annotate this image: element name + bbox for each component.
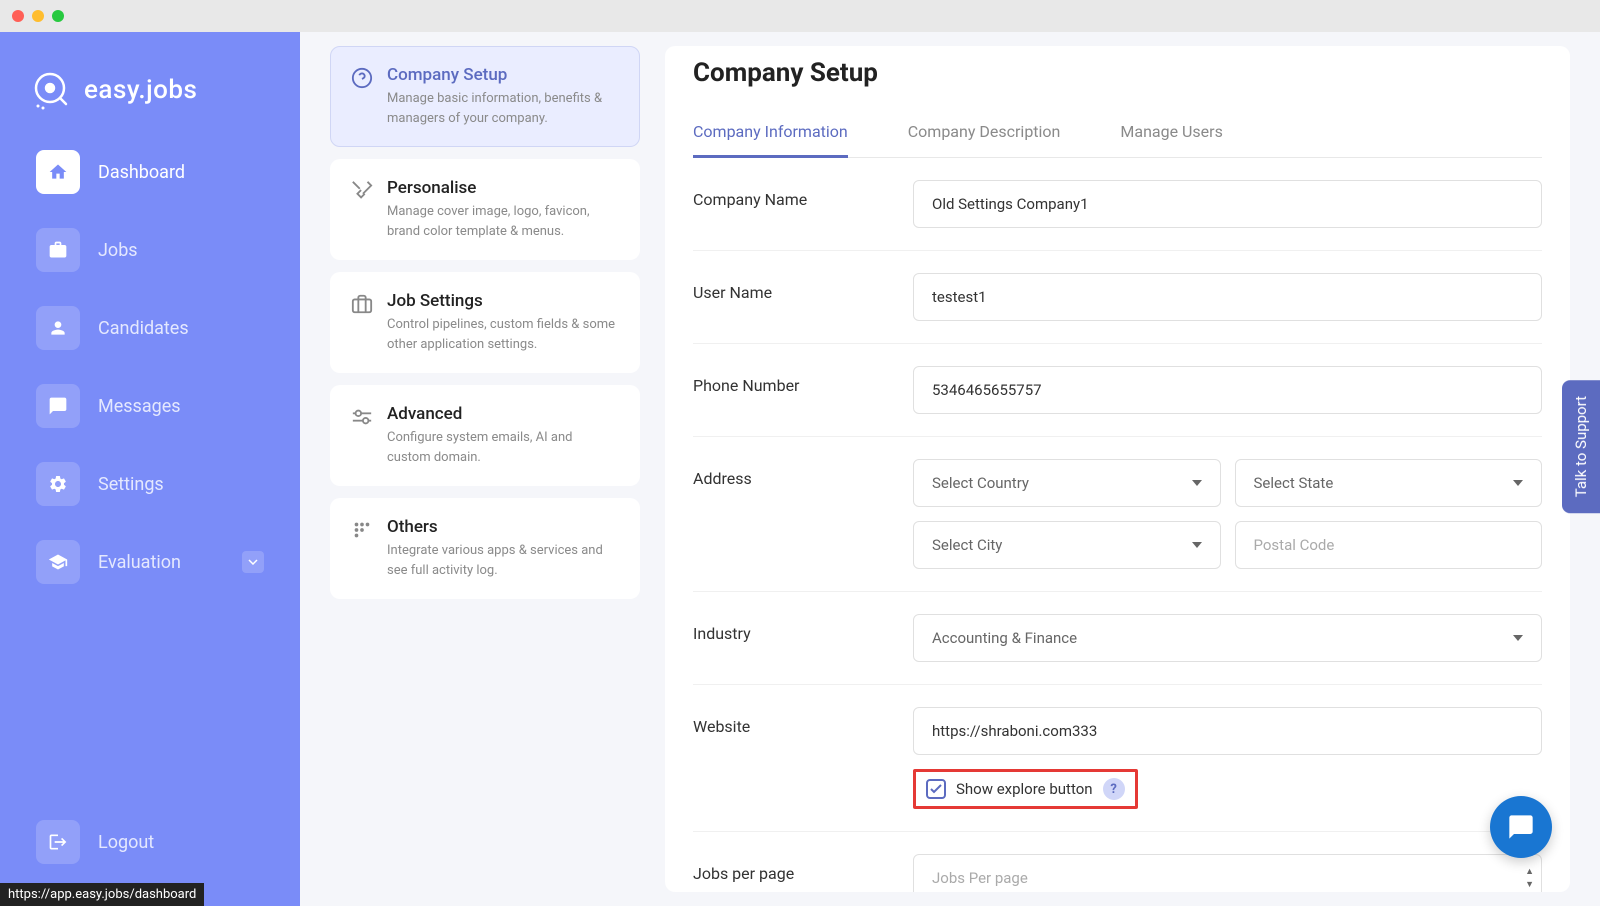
card-title: Advanced — [387, 404, 619, 424]
company-name-input[interactable] — [913, 180, 1542, 228]
nav-label: Evaluation — [98, 552, 181, 573]
jobs-per-page-input[interactable] — [913, 854, 1542, 892]
settings-panel: Company Setup Manage basic information, … — [330, 46, 640, 892]
form-label: Phone Number — [693, 366, 913, 395]
website-input[interactable] — [913, 707, 1542, 755]
form-label: Industry — [693, 614, 913, 643]
form-label: User Name — [693, 273, 913, 302]
settings-card-personalise[interactable]: Personalise Manage cover image, logo, fa… — [330, 159, 640, 260]
form-label: Jobs per page — [693, 854, 913, 883]
select-value: Select City — [932, 536, 1002, 554]
form-row-industry: Industry Accounting & Finance — [693, 592, 1542, 685]
sliders-icon — [351, 406, 373, 428]
person-icon — [36, 306, 80, 350]
caret-down-icon — [1192, 542, 1202, 548]
browser-chrome — [0, 0, 1600, 32]
settings-card-others[interactable]: Others Integrate various apps & services… — [330, 498, 640, 599]
nav-label: Settings — [98, 474, 164, 495]
nav-evaluation[interactable]: Evaluation — [20, 528, 280, 596]
select-value: Accounting & Finance — [932, 629, 1077, 647]
logo-text: easy.jobs — [84, 75, 197, 105]
chat-fab[interactable] — [1490, 796, 1552, 858]
card-desc: Manage basic information, benefits & man… — [387, 89, 619, 128]
caret-down-icon — [1192, 480, 1202, 486]
postal-code-input[interactable] — [1235, 521, 1543, 569]
card-title: Company Setup — [387, 65, 619, 85]
page-title: Company Setup — [693, 58, 1542, 88]
logo-icon — [30, 70, 70, 110]
settings-card-advanced[interactable]: Advanced Configure system emails, AI and… — [330, 385, 640, 486]
talk-to-support-tab[interactable]: Talk to Support — [1562, 380, 1600, 513]
status-bar: https://app.easy.jobs/dashboard — [0, 883, 204, 906]
form-row-phone: Phone Number — [693, 344, 1542, 437]
phone-input[interactable] — [913, 366, 1542, 414]
window-maximize[interactable] — [52, 10, 64, 22]
logout-icon — [36, 820, 80, 864]
nav-candidates[interactable]: Candidates — [20, 294, 280, 362]
chat-icon — [36, 384, 80, 428]
graduation-icon — [36, 540, 80, 584]
checkbox-label: Show explore button — [956, 780, 1093, 798]
nav-settings[interactable]: Settings — [20, 450, 280, 518]
state-select[interactable]: Select State — [1235, 459, 1543, 507]
app-container: easy.jobs Dashboard Jobs Candidates — [0, 32, 1600, 906]
nav-label: Messages — [98, 396, 181, 417]
nav-label: Dashboard — [98, 162, 185, 183]
highlight-annotation: Show explore button ? — [913, 769, 1138, 809]
form-row-website: Website Show explore button ? — [693, 685, 1542, 832]
tab-bar: Company Information Company Description … — [693, 108, 1542, 158]
nav-dashboard[interactable]: Dashboard — [20, 138, 280, 206]
form-label: Company Name — [693, 180, 913, 209]
card-desc: Configure system emails, AI and custom d… — [387, 428, 619, 467]
window-close[interactable] — [12, 10, 24, 22]
window-minimize[interactable] — [32, 10, 44, 22]
settings-card-company-setup[interactable]: Company Setup Manage basic information, … — [330, 46, 640, 147]
form-row-user-name: User Name — [693, 251, 1542, 344]
industry-select[interactable]: Accounting & Finance — [913, 614, 1542, 662]
card-title: Job Settings — [387, 291, 619, 311]
settings-card-job-settings[interactable]: Job Settings Control pipelines, custom f… — [330, 272, 640, 373]
card-desc: Integrate various apps & services and se… — [387, 541, 619, 580]
card-title: Personalise — [387, 178, 619, 198]
form-row-address: Address Select Country Select State Sele… — [693, 437, 1542, 592]
tab-manage-users[interactable]: Manage Users — [1120, 108, 1222, 158]
tab-company-description[interactable]: Company Description — [908, 108, 1061, 158]
number-stepper[interactable]: ▲▼ — [1525, 866, 1534, 890]
city-select[interactable]: Select City — [913, 521, 1221, 569]
briefcase-icon — [36, 228, 80, 272]
form-row-company-name: Company Name — [693, 158, 1542, 251]
sidebar: easy.jobs Dashboard Jobs Candidates — [0, 32, 300, 906]
caret-down-icon — [1513, 480, 1523, 486]
select-value: Select State — [1254, 474, 1334, 492]
form-label: Website — [693, 707, 913, 736]
main-area: Company Setup Manage basic information, … — [300, 32, 1600, 906]
select-value: Select Country — [932, 474, 1029, 492]
home-icon — [36, 150, 80, 194]
nav-jobs[interactable]: Jobs — [20, 216, 280, 284]
card-title: Others — [387, 517, 619, 537]
nav-label: Candidates — [98, 318, 189, 339]
help-circle-icon — [351, 67, 373, 89]
form-row-jobs-per-page: Jobs per page ▲▼ — [693, 832, 1542, 892]
help-icon[interactable]: ? — [1103, 778, 1125, 800]
form-label: Address — [693, 459, 913, 488]
logo[interactable]: easy.jobs — [20, 52, 280, 138]
tab-company-information[interactable]: Company Information — [693, 108, 848, 158]
nav-messages[interactable]: Messages — [20, 372, 280, 440]
brush-icon — [351, 180, 373, 202]
nav-label: Logout — [98, 832, 154, 853]
card-desc: Manage cover image, logo, favicon, brand… — [387, 202, 619, 241]
nav-logout[interactable]: Logout — [20, 808, 280, 876]
caret-down-icon — [1513, 635, 1523, 641]
briefcase-icon — [351, 293, 373, 315]
content-panel: Company Setup Company Information Compan… — [665, 46, 1570, 892]
grid-icon — [351, 519, 373, 541]
user-name-input[interactable] — [913, 273, 1542, 321]
country-select[interactable]: Select Country — [913, 459, 1221, 507]
show-explore-checkbox[interactable] — [926, 779, 946, 799]
chevron-down-icon — [242, 551, 264, 573]
nav-label: Jobs — [98, 240, 138, 261]
gear-icon — [36, 462, 80, 506]
card-desc: Control pipelines, custom fields & some … — [387, 315, 619, 354]
